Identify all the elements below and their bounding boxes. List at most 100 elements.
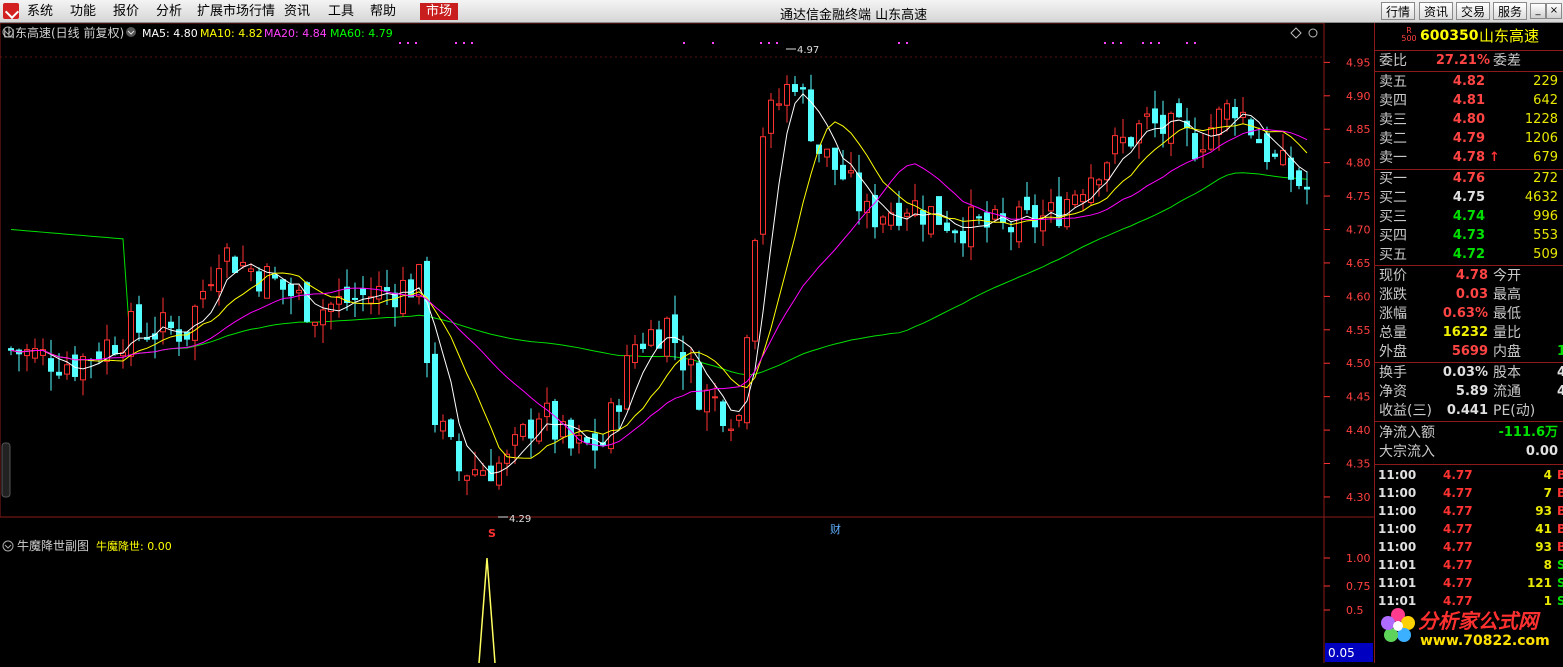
tick-row[interactable]: 11:00 4.77 7 B <box>1375 484 1563 502</box>
candle-body[interactable] <box>112 345 118 355</box>
sub-chart-menu-icon[interactable] <box>2 540 14 552</box>
buy-level-4[interactable]: 买四 4.73 553 <box>1375 227 1563 245</box>
candle-body[interactable] <box>32 348 38 359</box>
candle-body[interactable] <box>232 256 238 273</box>
tick-row[interactable]: 11:01 4.77 8 S <box>1375 556 1563 574</box>
candle-body[interactable] <box>976 216 982 219</box>
menu-tools[interactable]: 工具 <box>328 4 354 19</box>
candle-body[interactable] <box>200 290 206 300</box>
candle-body[interactable] <box>552 400 558 440</box>
candle-body[interactable] <box>288 283 294 297</box>
sell-level-3[interactable]: 卖三 4.80 1228 <box>1375 111 1563 129</box>
candle-body[interactable] <box>1296 170 1302 187</box>
candle-body[interactable] <box>496 462 502 486</box>
candle-body[interactable] <box>1024 196 1030 211</box>
candle-body[interactable] <box>648 329 654 346</box>
buy-level-2[interactable]: 买二 4.75 4632 <box>1375 189 1563 207</box>
candle-body[interactable] <box>960 230 966 244</box>
candle-body[interactable] <box>1112 135 1118 155</box>
menu-extended-market[interactable]: 扩展市场行情 <box>197 4 275 19</box>
fund-row-1[interactable]: 净资 5.89 流通 4 <box>1375 383 1563 401</box>
candle-body[interactable] <box>1152 108 1158 124</box>
menu-system[interactable]: 系统 <box>27 4 53 19</box>
candle-body[interactable] <box>728 428 734 431</box>
candle-body[interactable] <box>1272 153 1278 157</box>
fund-row-2[interactable]: 收益(三) 0.441 PE(动) <box>1375 402 1563 420</box>
candle-body[interactable] <box>216 268 222 293</box>
candle-body[interactable] <box>1256 138 1262 144</box>
candle-body[interactable] <box>680 352 686 371</box>
buy-level-3[interactable]: 买三 4.74 996 <box>1375 208 1563 226</box>
candle-body[interactable] <box>696 362 702 410</box>
candle-body[interactable] <box>688 358 694 366</box>
buy-level-1[interactable]: 买一 4.76 272 <box>1375 170 1563 188</box>
candle-body[interactable] <box>896 202 902 226</box>
candle-body[interactable] <box>1056 196 1062 227</box>
candle-body[interactable] <box>456 441 462 472</box>
candle-body[interactable] <box>592 433 598 451</box>
candle-body[interactable] <box>64 364 70 375</box>
candle-body[interactable] <box>744 337 750 424</box>
candle-body[interactable] <box>248 268 254 272</box>
candle-body[interactable] <box>584 437 590 443</box>
candle-body[interactable] <box>224 247 230 262</box>
menu-analysis[interactable]: 分析 <box>156 4 182 19</box>
close-icon[interactable]: × <box>1546 3 1562 19</box>
candle-body[interactable] <box>136 304 142 333</box>
candle-body[interactable] <box>920 210 926 225</box>
minimize-icon[interactable]: _ <box>1530 3 1546 19</box>
tick-row[interactable]: 11:00 4.77 93 B <box>1375 502 1563 520</box>
candle-body[interactable] <box>424 260 430 364</box>
trade-button[interactable]: 交易 <box>1456 2 1491 20</box>
candle-body[interactable] <box>1304 186 1310 190</box>
candle-body[interactable] <box>312 321 318 326</box>
candle-body[interactable] <box>296 289 302 294</box>
kline-chart[interactable]: 4.95 4.90 4.85 4.80 4.75 4.70 4.65 4.60 4.55 4.50… <box>0 22 1374 664</box>
candle-body[interactable] <box>1248 119 1254 136</box>
candle-body[interactable] <box>952 230 958 234</box>
candle-body[interactable] <box>304 282 310 322</box>
candle-body[interactable] <box>880 216 886 225</box>
candle-body[interactable] <box>1136 123 1142 144</box>
kline-chart-area[interactable]: 4.95 4.90 4.85 4.80 4.75 4.70 4.65 4.60 4.55 4.50… <box>0 22 1374 664</box>
candle-body[interactable] <box>280 279 286 290</box>
candle-body[interactable] <box>432 353 438 426</box>
stock-code[interactable]: 600350 <box>1420 27 1478 45</box>
candle-body[interactable] <box>184 331 190 340</box>
sell-signal-marker[interactable]: S <box>488 527 496 540</box>
candle-body[interactable] <box>1224 103 1230 120</box>
candle-body[interactable] <box>736 415 742 421</box>
candle-body[interactable] <box>1096 179 1102 186</box>
candle-body[interactable] <box>24 349 30 357</box>
candle-body[interactable] <box>352 297 358 300</box>
candle-body[interactable] <box>1264 133 1270 163</box>
candle-body[interactable] <box>768 99 774 134</box>
candle-body[interactable] <box>1232 107 1238 119</box>
candle-body[interactable] <box>128 311 134 357</box>
candle-body[interactable] <box>328 303 334 313</box>
menu-quote[interactable]: 报价 <box>113 4 139 19</box>
tick-row[interactable]: 11:01 4.77 121 S <box>1375 574 1563 592</box>
candle-body[interactable] <box>376 285 382 300</box>
candle-body[interactable] <box>784 83 790 106</box>
candle-body[interactable] <box>936 196 942 225</box>
quote-button[interactable]: 行情 <box>1381 2 1416 20</box>
candle-body[interactable] <box>168 321 174 329</box>
sell-level-1[interactable]: 卖一 4.78 ↑ 679 <box>1375 149 1563 167</box>
candle-body[interactable] <box>752 240 758 342</box>
scroll-handle[interactable] <box>1 442 11 498</box>
candle-body[interactable] <box>208 284 214 287</box>
candle-body[interactable] <box>536 418 542 442</box>
candle-body[interactable] <box>448 419 454 438</box>
candle-body[interactable] <box>1208 127 1214 150</box>
candle-body[interactable] <box>944 222 950 231</box>
candle-body[interactable] <box>1176 103 1182 118</box>
candle-body[interactable] <box>504 453 510 464</box>
news-button[interactable]: 资讯 <box>1419 2 1454 20</box>
candle-body[interactable] <box>1032 205 1038 228</box>
candle-body[interactable] <box>472 469 478 476</box>
candle-body[interactable] <box>440 420 446 432</box>
candle-body[interactable] <box>808 89 814 142</box>
candle-body[interactable] <box>776 103 782 106</box>
fund-row-0[interactable]: 换手 0.03% 股本 4 <box>1375 364 1563 382</box>
